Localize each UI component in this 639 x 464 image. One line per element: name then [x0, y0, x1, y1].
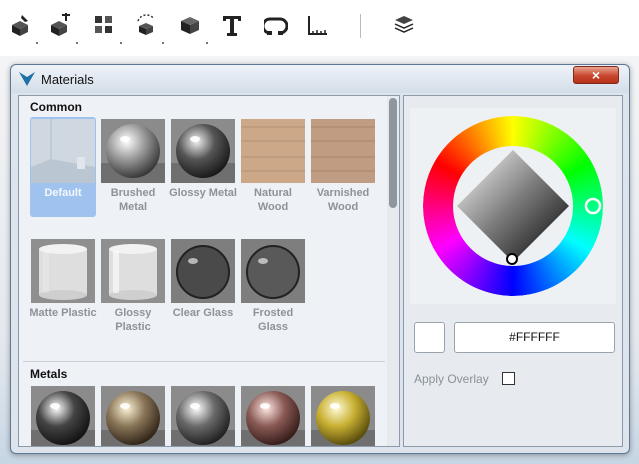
material-tile[interactable]: Varnished Wood — [310, 117, 376, 217]
layers-stack-icon[interactable] — [390, 10, 418, 40]
hex-color-input[interactable]: #FFFFFF — [454, 322, 615, 353]
material-tile[interactable] — [170, 384, 236, 446]
solid-cube-icon[interactable] — [176, 10, 208, 44]
close-button[interactable]: × — [573, 66, 619, 84]
library-scrollbar[interactable] — [387, 96, 399, 446]
toolbar-separator — [360, 14, 361, 38]
material-library-panel: Common Default Brushed Metal Glossy Meta… — [18, 95, 400, 447]
materials-window: Materials × Common Default Brushed Metal… — [10, 64, 630, 454]
material-label: Default — [44, 187, 82, 199]
material-library-list: Common Default Brushed Metal Glossy Meta… — [19, 96, 387, 446]
material-swatch — [101, 119, 165, 183]
rotate-scale-icon[interactable] — [132, 10, 164, 44]
material-swatch — [311, 386, 375, 446]
current-color-swatch[interactable] — [414, 322, 445, 353]
material-label: Varnished Wood — [316, 187, 370, 213]
material-tile[interactable]: Frosted Glass — [240, 237, 306, 337]
material-tile[interactable]: Brushed Metal — [100, 117, 166, 217]
material-label: Brushed Metal — [110, 187, 156, 213]
text-tool-icon[interactable] — [218, 10, 246, 40]
material-swatch — [31, 119, 95, 183]
material-tile[interactable]: Natural Wood — [240, 117, 306, 217]
magnet-snap-icon[interactable] — [262, 10, 290, 40]
material-tile[interactable]: Glossy Metal — [169, 117, 237, 217]
ruler-measure-icon[interactable] — [304, 10, 332, 40]
shade-selector-dot[interactable] — [506, 253, 518, 265]
section-divider — [23, 361, 385, 362]
material-swatch — [241, 119, 305, 183]
material-swatch — [101, 386, 165, 446]
window-title: Materials — [41, 72, 94, 87]
app-logo-icon — [19, 72, 35, 91]
material-label: Clear Glass — [172, 307, 234, 319]
material-label: Natural Wood — [254, 187, 292, 213]
material-tile[interactable]: Clear Glass — [170, 237, 236, 337]
material-swatch — [171, 119, 235, 183]
section-title: Common — [30, 100, 82, 114]
apply-overlay-checkbox[interactable] — [502, 372, 515, 385]
scrollbar-thumb[interactable] — [389, 98, 397, 208]
material-tile[interactable]: Default — [30, 117, 96, 217]
material-tile[interactable] — [310, 384, 376, 446]
material-label: Glossy Plastic — [114, 307, 152, 333]
material-swatch — [311, 119, 375, 183]
material-tile[interactable] — [240, 384, 306, 446]
material-label: Glossy Metal — [169, 187, 237, 199]
material-label: Frosted Glass — [252, 307, 294, 333]
material-tile[interactable] — [30, 384, 96, 446]
material-swatch — [171, 239, 235, 303]
material-swatch — [241, 386, 305, 446]
material-swatch — [101, 239, 165, 303]
material-swatch — [241, 239, 305, 303]
material-tile[interactable]: Matte Plastic — [29, 237, 97, 337]
material-swatch — [31, 386, 95, 446]
material-tile[interactable] — [100, 384, 166, 446]
color-wheel[interactable] — [410, 108, 616, 304]
material-label: Matte Plastic — [29, 307, 97, 319]
top-toolbar — [0, 0, 639, 56]
material-swatch — [31, 239, 95, 303]
multi-cube-icon[interactable] — [90, 10, 122, 44]
color-panel: #FFFFFF Apply Overlay — [403, 95, 623, 447]
material-swatch — [171, 386, 235, 446]
apply-overlay-label: Apply Overlay — [414, 372, 489, 386]
paint-brush-icon[interactable] — [6, 10, 38, 44]
material-tile[interactable]: Glossy Plastic — [100, 237, 166, 337]
window-titlebar[interactable]: Materials × — [11, 65, 629, 93]
section-title: Metals — [30, 367, 68, 381]
move-cube-icon[interactable] — [46, 10, 78, 44]
